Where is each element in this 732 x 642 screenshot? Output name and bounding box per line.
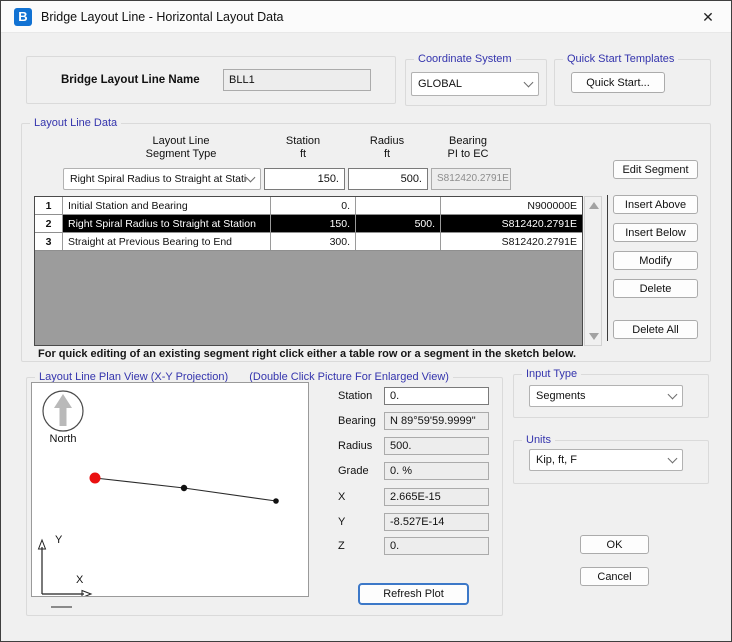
row-number: 3 [35, 233, 63, 250]
segment-table: 1 Initial Station and Bearing 0. N900000… [34, 196, 583, 346]
north-compass-icon [43, 391, 83, 431]
app-icon: B [14, 8, 32, 26]
table-empty-area [35, 251, 582, 345]
cancel-button[interactable]: Cancel [580, 567, 649, 586]
cell-station: 300. [271, 233, 356, 250]
quick-start-button[interactable]: Quick Start... [571, 72, 665, 93]
y-label: Y [338, 516, 345, 528]
layout-line-data-label: Layout Line Data [30, 117, 121, 129]
cell-segment-type: Initial Station and Bearing [63, 197, 271, 214]
alignment-polyline[interactable] [90, 473, 279, 504]
input-type-select[interactable]: Segments [529, 385, 683, 407]
grade-display: 0. % [384, 462, 489, 480]
cell-station: 150. [271, 215, 356, 232]
title-bar: B Bridge Layout Line - Horizontal Layout… [1, 1, 731, 33]
input-type-value: Segments [536, 390, 669, 402]
north-label: North [50, 433, 77, 445]
cell-radius [356, 197, 441, 214]
close-icon: ✕ [702, 9, 714, 25]
segment-type-value: Right Spiral Radius to Straight at Stati… [70, 173, 247, 185]
delete-button[interactable]: Delete [613, 279, 698, 298]
plan-view-plot[interactable]: North Y X [31, 382, 309, 597]
cell-radius [356, 233, 441, 250]
chevron-down-icon [668, 453, 678, 463]
station-label: Station [338, 390, 372, 402]
cell-bearing: S812420.2791E [441, 215, 582, 232]
quick-start-templates-label: Quick Start Templates [563, 53, 678, 65]
bridge-layout-line-dialog: B Bridge Layout Line - Horizontal Layout… [0, 0, 732, 642]
bridge-layout-line-name-field[interactable] [223, 69, 371, 91]
end-point-marker [273, 498, 279, 504]
table-row-selected[interactable]: 2 Right Spiral Radius to Straight at Sta… [35, 215, 582, 233]
bearing-edit-display: S812420.2791E [431, 168, 511, 190]
cell-station: 0. [271, 197, 356, 214]
modify-button[interactable]: Modify [613, 251, 698, 270]
bridge-layout-line-name-label: Bridge Layout Line Name [61, 74, 200, 86]
segment-point-marker [181, 485, 187, 491]
table-row[interactable]: 3 Straight at Previous Bearing to End 30… [35, 233, 582, 251]
axis-y-label: Y [55, 534, 63, 546]
bearing-label: Bearing [338, 415, 376, 427]
x-label: X [338, 491, 345, 503]
table-scrollbar[interactable] [584, 196, 602, 346]
header-station: Station ft [286, 135, 320, 161]
cell-bearing: S812420.2791E [441, 233, 582, 250]
plan-view-sketch: North Y X [32, 383, 308, 596]
scroll-up-icon[interactable] [589, 202, 599, 209]
radius-label: Radius [338, 440, 372, 452]
header-bearing: Bearing PI to EC [448, 135, 489, 161]
header-segment-type: Layout Line Segment Type [146, 135, 217, 161]
insert-above-button[interactable]: Insert Above [613, 195, 698, 214]
input-type-label: Input Type [522, 368, 581, 380]
units-label: Units [522, 434, 555, 446]
z-display: 0. [384, 537, 489, 555]
station-edit-input[interactable] [264, 168, 345, 190]
bearing-display: N 89°59'59.9999" [384, 412, 489, 430]
scroll-down-icon[interactable] [589, 333, 599, 340]
grade-label: Grade [338, 465, 369, 477]
row-number: 1 [35, 197, 63, 214]
refresh-plot-button[interactable]: Refresh Plot [358, 583, 469, 605]
x-display: 2.665E-15 [384, 488, 489, 506]
window-title: Bridge Layout Line - Horizontal Layout D… [41, 10, 284, 24]
axis-x-label: X [76, 574, 84, 586]
units-value: Kip, ft, F [536, 454, 669, 466]
ok-button[interactable]: OK [580, 535, 649, 554]
scale-bar [51, 606, 72, 608]
divider [607, 195, 608, 341]
cell-segment-type: Right Spiral Radius to Straight at Stati… [63, 215, 271, 232]
coordinate-system-label: Coordinate System [414, 53, 516, 65]
segment-type-select[interactable]: Right Spiral Radius to Straight at Stati… [63, 168, 261, 190]
coordinate-system-select[interactable]: GLOBAL [411, 72, 539, 96]
cell-segment-type: Straight at Previous Bearing to End [63, 233, 271, 250]
header-radius: Radius ft [370, 135, 404, 161]
row-number: 2 [35, 215, 63, 232]
quick-edit-hint: For quick editing of an existing segment… [38, 348, 576, 360]
station-input[interactable] [384, 387, 489, 405]
radius-display: 500. [384, 437, 489, 455]
insert-below-button[interactable]: Insert Below [613, 223, 698, 242]
delete-all-button[interactable]: Delete All [613, 320, 698, 339]
close-button[interactable]: ✕ [697, 7, 719, 27]
xy-axis-icon [39, 540, 92, 596]
table-row[interactable]: 1 Initial Station and Bearing 0. N900000… [35, 197, 582, 215]
cell-bearing: N900000E [441, 197, 582, 214]
units-select[interactable]: Kip, ft, F [529, 449, 683, 471]
chevron-down-icon [246, 172, 256, 182]
start-point-marker [90, 473, 101, 484]
radius-edit-input[interactable] [348, 168, 428, 190]
chevron-down-icon [668, 389, 678, 399]
coordinate-system-value: GLOBAL [418, 78, 525, 90]
z-label: Z [338, 540, 345, 552]
cell-radius: 500. [356, 215, 441, 232]
edit-segment-button[interactable]: Edit Segment [613, 160, 698, 179]
chevron-down-icon [524, 77, 534, 87]
y-display: -8.527E-14 [384, 513, 489, 531]
